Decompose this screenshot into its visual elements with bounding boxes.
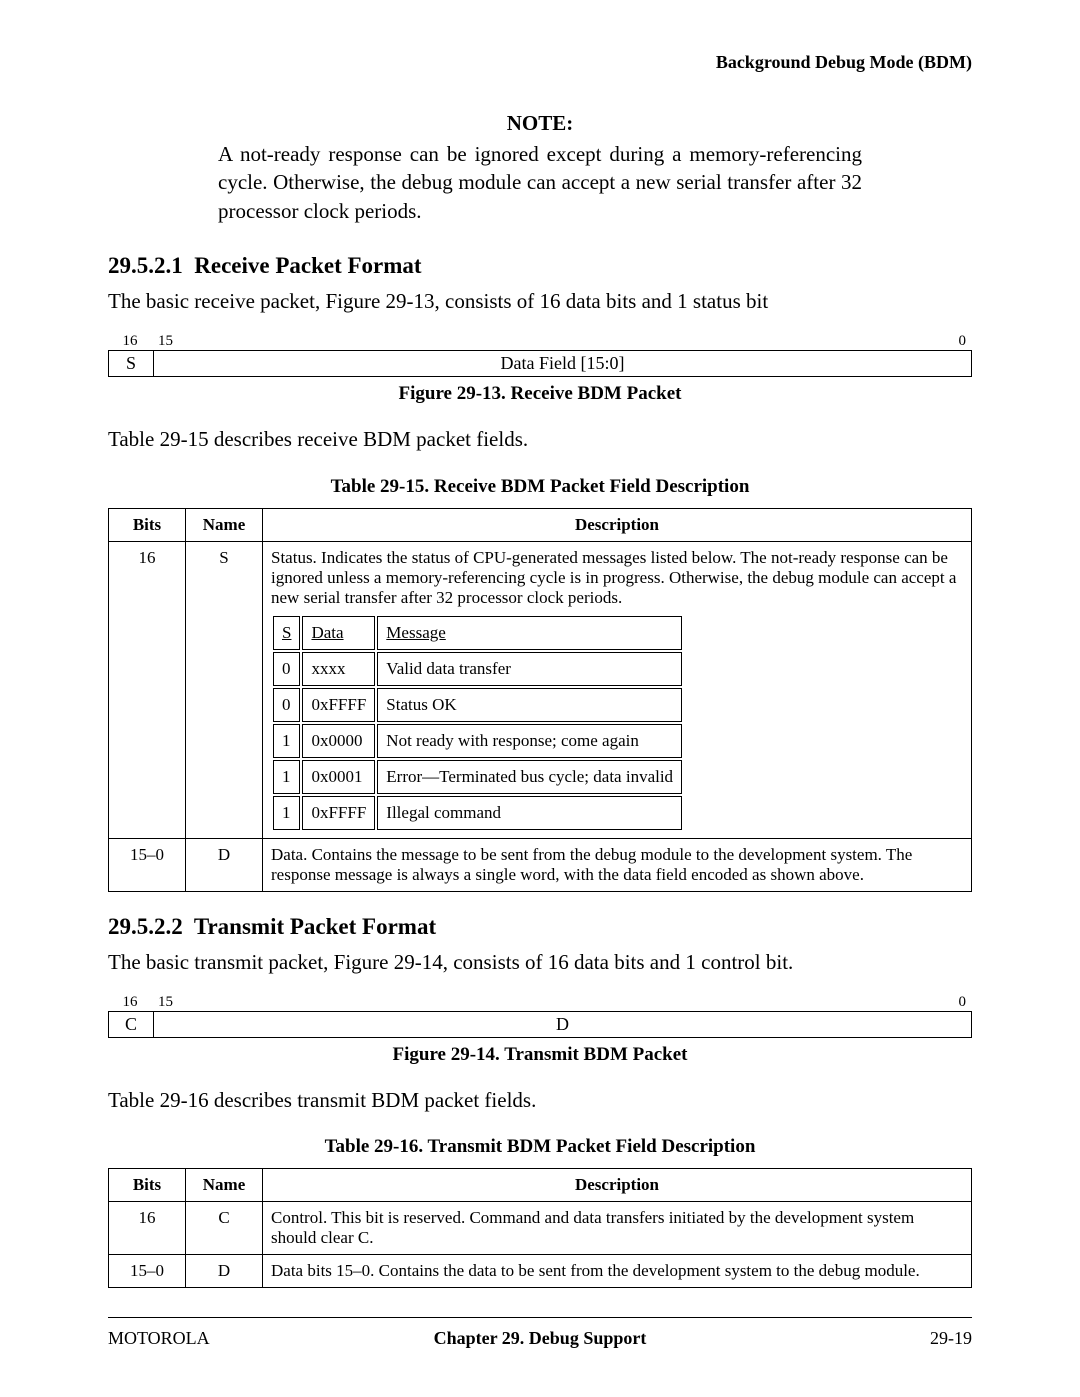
cell-desc: Data. Contains the message to be sent fr…	[263, 838, 972, 891]
bit-index-15: 15	[158, 994, 173, 1011]
status-s: 1	[273, 796, 300, 830]
status-data: 0xFFFF	[302, 796, 375, 830]
col-header-bits: Bits	[109, 508, 186, 541]
col-header-desc: Description	[263, 508, 972, 541]
section-heading-transmit: 29.5.2.2 Transmit Packet Format	[108, 914, 972, 940]
status-msg: Valid data transfer	[377, 652, 682, 686]
bit-index-0: 0	[959, 994, 967, 1011]
bitfield-data-cell: Data Field [15:0]	[154, 351, 971, 376]
status-data: 0xFFFF	[302, 688, 375, 722]
cell-bits: 15–0	[109, 838, 186, 891]
status-row: 0 xxxx Valid data transfer	[273, 652, 682, 686]
status-row: 1 0x0000 Not ready with response; come a…	[273, 724, 682, 758]
page-footer: MOTOROLA Chapter 29. Debug Support 29-19	[108, 1317, 972, 1349]
status-msg: Status OK	[377, 688, 682, 722]
status-row: 1 0x0001 Error—Terminated bus cycle; dat…	[273, 760, 682, 794]
section-title: Receive Packet Format	[194, 253, 421, 278]
bitfield-boxes: S Data Field [15:0]	[108, 350, 972, 377]
table-row: 16 S Status. Indicates the status of CPU…	[109, 541, 972, 838]
status-s: 1	[273, 760, 300, 794]
status-data: 0x0000	[302, 724, 375, 758]
status-row: 0 0xFFFF Status OK	[273, 688, 682, 722]
status-s: 0	[273, 652, 300, 686]
status-s: 0	[273, 688, 300, 722]
cell-name: S	[186, 541, 263, 838]
figure-caption-29-14: Figure 29-14. Transmit BDM Packet	[108, 1044, 972, 1066]
table-caption-29-15: Table 29-15. Receive BDM Packet Field De…	[108, 476, 972, 498]
bit-index-0: 0	[959, 333, 967, 350]
footer-center: Chapter 29. Debug Support	[108, 1328, 972, 1349]
running-head: Background Debug Mode (BDM)	[108, 52, 972, 73]
status-row: S Data Message	[273, 616, 682, 650]
bitfield-c-cell: C	[109, 1012, 154, 1037]
status-s: 1	[273, 724, 300, 758]
table-29-16: Bits Name Description 16 C Control. This…	[108, 1168, 972, 1288]
cell-name: C	[186, 1202, 263, 1255]
cell-desc: Control. This bit is reserved. Command a…	[263, 1202, 972, 1255]
section-number: 29.5.2.2	[108, 914, 183, 939]
desc-text: Status. Indicates the status of CPU-gene…	[271, 548, 956, 607]
col-header-bits: Bits	[109, 1169, 186, 1202]
section-heading-receive: 29.5.2.1 Receive Packet Format	[108, 253, 972, 279]
cell-bits: 15–0	[109, 1255, 186, 1288]
status-msg: Illegal command	[377, 796, 682, 830]
cell-name: D	[186, 838, 263, 891]
status-row: 1 0xFFFF Illegal command	[273, 796, 682, 830]
note-body: A not-ready response can be ignored exce…	[108, 140, 972, 225]
after-figure-text-receive: Table 29-15 describes receive BDM packet…	[108, 425, 972, 453]
bitfield-bitnumbers: 16 15 0	[108, 994, 972, 1011]
bit-index-15: 15	[158, 333, 173, 350]
section-intro-transmit: The basic transmit packet, Figure 29-14,…	[108, 948, 972, 976]
table-header-row: Bits Name Description	[109, 1169, 972, 1202]
cell-bits: 16	[109, 541, 186, 838]
figure-29-13: 16 15 0 S Data Field [15:0]	[108, 333, 972, 377]
cell-desc: Data bits 15–0. Contains the data to be …	[263, 1255, 972, 1288]
status-subtable: S Data Message 0 xxxx Valid data transfe…	[271, 614, 684, 832]
table-row: 15–0 D Data bits 15–0. Contains the data…	[109, 1255, 972, 1288]
status-msg: Not ready with response; come again	[377, 724, 682, 758]
bit-index-16: 16	[108, 333, 152, 350]
figure-caption-29-13: Figure 29-13. Receive BDM Packet	[108, 383, 972, 405]
status-data: 0x0001	[302, 760, 375, 794]
cell-name: D	[186, 1255, 263, 1288]
section-number: 29.5.2.1	[108, 253, 183, 278]
col-header-desc: Description	[263, 1169, 972, 1202]
cell-bits: 16	[109, 1202, 186, 1255]
after-figure-text-transmit: Table 29-16 describes transmit BDM packe…	[108, 1086, 972, 1114]
col-header-name: Name	[186, 1169, 263, 1202]
bit-index-16: 16	[108, 994, 152, 1011]
bitfield-s-cell: S	[109, 351, 154, 376]
table-caption-29-16: Table 29-16. Transmit BDM Packet Field D…	[108, 1136, 972, 1158]
bitfield-bitnumbers: 16 15 0	[108, 333, 972, 350]
note-title: NOTE:	[108, 111, 972, 136]
cell-desc: Status. Indicates the status of CPU-gene…	[263, 541, 972, 838]
page: Background Debug Mode (BDM) NOTE: A not-…	[0, 0, 1080, 1397]
footer-left: MOTOROLA	[108, 1328, 210, 1349]
status-s: S	[273, 616, 300, 650]
section-title: Transmit Packet Format	[194, 914, 436, 939]
status-msg: Message	[377, 616, 682, 650]
table-row: 15–0 D Data. Contains the message to be …	[109, 838, 972, 891]
status-data: xxxx	[302, 652, 375, 686]
bitfield-d-cell: D	[154, 1012, 971, 1037]
table-29-15: Bits Name Description 16 S Status. Indic…	[108, 508, 972, 892]
bitfield-boxes: C D	[108, 1011, 972, 1038]
col-header-name: Name	[186, 508, 263, 541]
table-row: 16 C Control. This bit is reserved. Comm…	[109, 1202, 972, 1255]
status-msg: Error—Terminated bus cycle; data invalid	[377, 760, 682, 794]
status-data: Data	[302, 616, 375, 650]
table-header-row: Bits Name Description	[109, 508, 972, 541]
figure-29-14: 16 15 0 C D	[108, 994, 972, 1038]
footer-right: 29-19	[930, 1328, 972, 1349]
section-intro-receive: The basic receive packet, Figure 29-13, …	[108, 287, 972, 315]
